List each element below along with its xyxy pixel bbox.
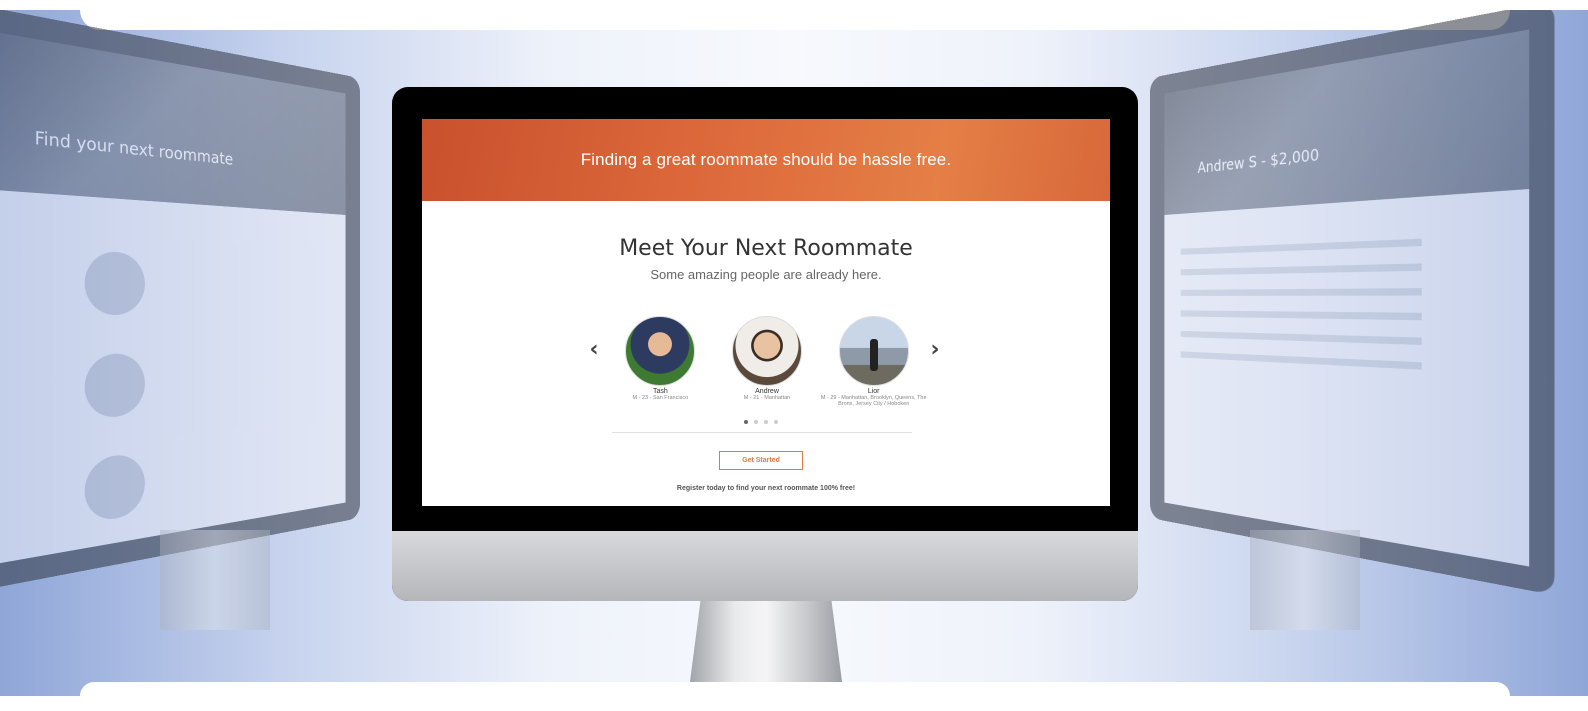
left-monitor: Find your next roommate — [0, 10, 380, 596]
right-monitor-sliders — [1164, 189, 1529, 375]
get-started-button[interactable]: Get Started — [719, 451, 803, 470]
slider-bar — [1180, 310, 1422, 321]
avatar — [84, 250, 145, 316]
avatar — [84, 452, 145, 524]
slider-bar — [1180, 330, 1422, 345]
left-monitor-screen: Find your next roommate — [0, 29, 346, 567]
avatar[interactable] — [838, 316, 909, 386]
pagination-dot[interactable] — [754, 420, 758, 424]
right-monitor-frame: Andrew S - $2,000 — [1150, 10, 1555, 596]
person-card[interactable]: Lior M - 29 - Manhattan, Brooklyn, Queen… — [820, 316, 927, 407]
person-info: M - 21 - Manhattan — [743, 395, 791, 401]
hero-banner: Finding a great roommate should be hassl… — [422, 119, 1110, 201]
left-monitor-frame: Find your next roommate — [0, 10, 361, 596]
person-card[interactable]: Andrew M - 21 - Manhattan — [714, 316, 821, 407]
divider — [612, 432, 912, 433]
pagination-dot[interactable] — [764, 420, 768, 424]
right-monitor-screen: Andrew S - $2,000 — [1164, 29, 1530, 567]
section-title: Meet Your Next Roommate — [619, 236, 913, 261]
top-tab — [80, 10, 1510, 30]
left-monitor-hero: Find your next roommate — [0, 29, 346, 215]
pagination-dot[interactable] — [774, 420, 778, 424]
avatar[interactable] — [732, 316, 802, 386]
avatar — [84, 551, 145, 567]
people-list: Tash M - 23 - San Francisco Andrew M - 2… — [607, 316, 927, 407]
slider-bar — [1180, 238, 1422, 255]
website-screen: Finding a great roommate should be hassl… — [422, 119, 1110, 506]
bottom-tab — [80, 682, 1510, 696]
pagination-dot[interactable] — [744, 420, 748, 424]
person-name: Lior — [867, 388, 880, 395]
left-monitor-grid — [35, 231, 313, 567]
person-info: M - 23 - San Francisco — [632, 395, 689, 401]
slider-bar — [1180, 263, 1422, 276]
right-monitor: Andrew S - $2,000 — [1150, 10, 1555, 596]
right-monitor-stand — [1250, 530, 1360, 630]
right-monitor-hero: Andrew S - $2,000 — [1164, 29, 1530, 215]
left-monitor-hero-text: Find your next roommate — [34, 128, 234, 170]
section-subtitle: Some amazing people are already here. — [650, 267, 882, 282]
monitor-chin — [392, 531, 1138, 601]
left-monitor-stand — [160, 530, 270, 630]
person-name: Tash — [652, 388, 668, 395]
person-info: M - 29 - Manhattan, Brooklyn, Queens, Th… — [820, 395, 927, 407]
person-name: Andrew — [755, 388, 779, 395]
slider-bar — [1180, 288, 1422, 296]
avatar — [84, 352, 145, 420]
chevron-left-icon[interactable]: ‹ — [584, 339, 604, 361]
hero-tagline: Finding a great roommate should be hassl… — [580, 150, 952, 169]
roommate-carousel: ‹ Tash M - 23 - San Francisco Andrew M -… — [422, 316, 1110, 426]
chevron-right-icon[interactable]: › — [925, 339, 945, 361]
promo-band: Find your next roommate Andrew S - $2,00… — [0, 10, 1588, 696]
slider-bar — [1180, 351, 1422, 370]
avatar[interactable] — [625, 316, 696, 386]
person-card[interactable]: Tash M - 23 - San Francisco — [607, 316, 714, 407]
main-monitor: Finding a great roommate should be hassl… — [392, 87, 1138, 601]
carousel-pagination — [744, 420, 778, 424]
register-text: Register today to find your next roommat… — [676, 485, 856, 492]
right-monitor-hero-text: Andrew S - $2,000 — [1197, 146, 1320, 178]
